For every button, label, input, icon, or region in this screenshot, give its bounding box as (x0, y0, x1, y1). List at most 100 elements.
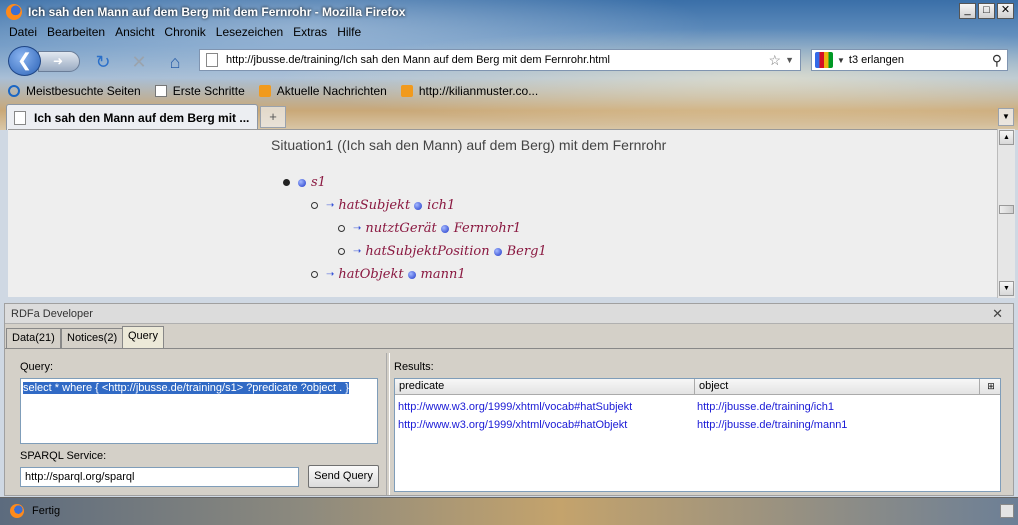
results-header: predicate object ⊞ (395, 379, 1000, 395)
tree-node-hatsubjekt: ➝ hatSubjekt ich1 (311, 198, 455, 213)
query-tab-body: Query: select * where { <http://jbusse.d… (5, 348, 1013, 496)
panel-title: RDFa Developer (11, 308, 93, 320)
predicate-label[interactable]: hatSubjekt (338, 198, 410, 213)
menu-bearbeiten[interactable]: Bearbeiten (42, 25, 110, 41)
tree-node-hatsubjektposition: ➝ hatSubjektPosition Berg1 (338, 244, 547, 259)
page-content: Situation1 ((Ich sah den Mann) auf dem B… (8, 129, 997, 297)
bookmark-label: Aktuelle Nachrichten (276, 84, 387, 98)
home-icon[interactable]: ⌂ (164, 51, 186, 73)
predicate-label[interactable]: hatSubjektPosition (365, 244, 489, 259)
object-label[interactable]: mann1 (421, 267, 466, 282)
scroll-down-button[interactable]: ▼ (999, 281, 1014, 296)
tab-data[interactable]: Data(21) (6, 328, 61, 348)
property-arrow-icon: ➝ (353, 246, 362, 257)
bookmark-label: http://kilianmuster.co... (418, 84, 539, 98)
query-text[interactable]: select * where { <http://jbusse.de/train… (23, 382, 349, 394)
result-cell-predicate[interactable]: http://www.w3.org/1999/xhtml/vocab#hatOb… (398, 419, 627, 431)
result-cell-object[interactable]: http://jbusse.de/training/mann1 (697, 419, 847, 431)
page-heading: Situation1 ((Ich sah den Mann) auf dem B… (271, 137, 667, 153)
column-header-object[interactable]: object (695, 379, 980, 395)
result-cell-predicate[interactable]: http://www.w3.org/1999/xhtml/vocab#hatSu… (398, 401, 632, 413)
resource-icon (407, 270, 416, 279)
page-icon (14, 110, 26, 125)
query-label: Query: (20, 361, 54, 373)
tree-node-root: s1 (283, 175, 326, 190)
resource-icon (298, 178, 306, 187)
search-bar[interactable]: ▼ t3 erlangen ⚲ (811, 49, 1008, 71)
menu-chronik[interactable]: Chronik (159, 25, 210, 41)
bookmark-label: Meistbesuchte Seiten (26, 84, 141, 98)
panel-header: RDFa Developer ✕ (5, 304, 1013, 324)
title-bar: Ich sah den Mann auf dem Berg mit dem Fe… (0, 0, 1018, 24)
maximize-button[interactable]: □ (978, 3, 995, 19)
tree-node-hatobjekt: ➝ hatObjekt mann1 (311, 267, 466, 282)
rss-icon (258, 85, 271, 97)
search-input[interactable]: t3 erlangen (849, 54, 992, 66)
bullet (338, 225, 345, 232)
menu-hilfe[interactable]: Hilfe (332, 25, 366, 41)
send-query-button[interactable]: Send Query (308, 465, 379, 488)
status-text: Fertig (32, 505, 61, 517)
tab-list-button[interactable]: ▼ (998, 108, 1014, 126)
page-icon (206, 53, 218, 67)
property-arrow-icon: ➝ (326, 269, 335, 280)
close-icon[interactable]: ✕ (992, 306, 1003, 322)
menu-ansicht[interactable]: Ansicht (110, 25, 159, 41)
menu-datei[interactable]: Datei (4, 25, 42, 41)
content-scrollbar[interactable]: ▲ ▼ (997, 129, 1015, 298)
bookmark-aktuelle-nachrichten[interactable]: Aktuelle Nachrichten (251, 84, 393, 98)
bullet (283, 179, 290, 186)
reload-icon[interactable]: ↻ (92, 51, 114, 73)
resize-grip[interactable] (1000, 504, 1014, 518)
bookmark-star-icon[interactable]: ☆ (769, 52, 782, 69)
object-label[interactable]: Berg1 (507, 244, 547, 259)
forward-button[interactable]: ➜ (38, 51, 80, 72)
bookmark-meistbesuchte[interactable]: Meistbesuchte Seiten (0, 84, 147, 98)
menu-extras[interactable]: Extras (288, 25, 332, 41)
result-cell-object[interactable]: http://jbusse.de/training/ich1 (697, 401, 834, 413)
tab-notices[interactable]: Notices(2) (61, 328, 124, 348)
chevron-down-icon[interactable]: ▼ (837, 56, 845, 65)
predicate-label[interactable]: nutztGerät (365, 221, 436, 236)
forward-icon: ➜ (53, 54, 64, 68)
node-label[interactable]: s1 (311, 175, 326, 190)
new-tab-button[interactable]: + (260, 106, 286, 128)
menu-lesezeichen[interactable]: Lesezeichen (211, 25, 288, 41)
scroll-up-button[interactable]: ▲ (999, 130, 1014, 145)
object-label[interactable]: Fernrohr1 (454, 221, 522, 236)
stop-icon[interactable]: ✕ (128, 51, 150, 73)
tab-bar: Ich sah den Mann auf dem Berg mit ... + … (0, 104, 1018, 130)
bookmark-erste-schritte[interactable]: Erste Schritte (147, 84, 251, 98)
status-bar: Fertig (0, 497, 1018, 525)
object-label[interactable]: ich1 (427, 198, 455, 213)
tab-query[interactable]: Query (122, 326, 164, 349)
back-button[interactable]: ❮ (8, 46, 41, 76)
minimize-button[interactable]: _ (959, 3, 976, 19)
sparql-service-input[interactable]: http://sparql.org/sparql (20, 467, 299, 487)
google-engine-icon[interactable] (815, 52, 833, 68)
tree-node-nutztgeraet: ➝ nutztGerät Fernrohr1 (338, 221, 521, 236)
column-picker-icon[interactable]: ⊞ (982, 379, 1000, 395)
results-label: Results: (394, 361, 434, 373)
close-button[interactable]: ✕ (997, 3, 1014, 19)
url-text[interactable]: http://jbusse.de/training/Ich sah den Ma… (226, 54, 769, 66)
url-history-dropdown[interactable]: ▼ (785, 55, 794, 65)
smart-folder-icon (8, 85, 20, 97)
results-table: predicate object ⊞ http://www.w3.org/199… (394, 378, 1001, 492)
menu-bar: Datei Bearbeiten Ansicht Chronik Lesezei… (4, 25, 366, 41)
panel-splitter[interactable] (386, 353, 390, 495)
bullet (311, 202, 318, 209)
scroll-thumb[interactable] (999, 205, 1014, 214)
property-arrow-icon: ➝ (353, 223, 362, 234)
bookmark-kilianmuster[interactable]: http://kilianmuster.co... (393, 84, 544, 98)
page-icon (154, 85, 167, 97)
url-bar[interactable]: http://jbusse.de/training/Ich sah den Ma… (199, 49, 801, 71)
resource-icon (440, 224, 449, 233)
predicate-label[interactable]: hatObjekt (338, 267, 403, 282)
query-textarea[interactable]: select * where { <http://jbusse.de/train… (20, 378, 378, 444)
search-go-icon[interactable]: ⚲ (992, 52, 1002, 69)
rdfa-developer-panel: RDFa Developer ✕ Data(21) Notices(2) Que… (4, 303, 1014, 496)
column-header-predicate[interactable]: predicate (395, 379, 695, 395)
tab-active[interactable]: Ich sah den Mann auf dem Berg mit ... (6, 104, 258, 130)
navigation-toolbar: ➜ ❮ ↻ ✕ ⌂ http://jbusse.de/training/Ich … (0, 44, 1018, 78)
